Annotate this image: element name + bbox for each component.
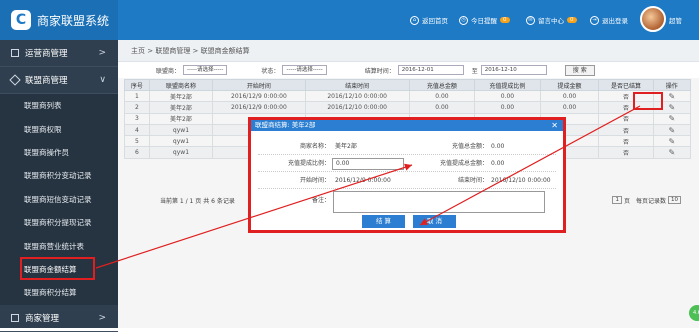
settle-button[interactable]: 结 算 [362,215,405,228]
message-icon: ✉ [526,15,535,25]
app-logo: C 商家联盟系统 [0,0,118,40]
sidebar-item-sms-log[interactable]: 联盟商短信变动记录 [0,187,118,211]
nav-messages[interactable]: ✉ 留言中心 0 [526,0,577,40]
merchant-select[interactable]: -----请选择----- [183,65,228,75]
sidebar-group-operator[interactable]: 运营商管理 > [0,40,118,67]
message-badge: 0 [567,17,577,23]
home-icon: ⌂ [410,15,419,25]
settlement-dialog: 联盟商结算: 美年2部 ✕ 商家名称： 美年2部 充值总金额： 0.00 充值提… [248,117,566,233]
monitor-icon [11,49,19,57]
highlight-box-sidebar [20,257,95,280]
sidebar-item-business-stats[interactable]: 联盟商营业统计表 [0,234,118,258]
remark-textarea[interactable] [333,191,545,213]
chevron-right-icon: > [98,312,106,323]
filter-bar: 联盟商： -----请选择----- 状态： -----请选择----- 结算时间：… [118,62,699,78]
top-bar: C 商家联盟系统 ⌂ 返回首页 ◷ 今日提醒 0 ✉ 留言中心 0 ⇥ 退出登录 超管 [0,0,699,40]
chevron-down-icon: ∨ [99,75,106,85]
dialog-row-3: 开始时间： 2016/12/9 0:00:00 结束时间： 2016/12/10… [258,172,556,189]
ratio-input[interactable]: 0.00 [332,158,404,170]
total-value: 0.00 [491,143,505,150]
merchant-value: 美年2部 [335,143,357,150]
monitor-icon [11,313,19,322]
user-name[interactable]: 超管 [669,0,682,40]
breadcrumb: 主页 > 联盟商管理 > 联盟商金额结算 [118,40,699,62]
logo-icon: C [11,10,31,30]
clock-icon: ◷ [459,15,468,25]
close-icon[interactable]: ✕ [551,120,558,131]
nav-logout[interactable]: ⇥ 退出登录 [590,0,628,40]
nav-reminder[interactable]: ◷ 今日提醒 0 [459,0,510,40]
reminder-badge: 0 [500,17,510,23]
status-select[interactable]: -----请选择----- [282,65,327,75]
dialog-row-remark: 备注： [258,189,556,213]
date-to-input[interactable]: 2016-12-10 [480,65,547,75]
sidebar: 运营商管理 > 联盟商管理 ∨ 联盟商列表 联盟商权限 联盟商操作员 联盟商积分变动… [0,40,118,332]
search-button[interactable]: 搜 索 [564,64,595,76]
dialog-title: 联盟商结算: 美年2部 [251,120,563,131]
commission-value: 0.00 [491,160,505,167]
end-time-value: 2016/12/10 0:00:00 [491,177,551,184]
diamond-icon [9,74,21,86]
dialog-row-1: 商家名称： 美年2部 充值总金额： 0.00 [258,138,556,155]
sidebar-item-withdraw-log[interactable]: 联盟商积分提现记录 [0,210,118,235]
sidebar-item-list[interactable]: 联盟商列表 [0,94,118,118]
logout-icon: ⇥ [590,15,599,25]
start-time-value: 2016/12/9 0:00:00 [335,177,391,184]
avatar[interactable] [640,6,666,32]
highlight-box-edit [633,92,663,110]
sidebar-item-operators[interactable]: 联盟商操作员 [0,140,118,165]
date-from-input[interactable]: 2016-12-01 [397,65,464,75]
dialog-row-2: 充值提成比例： 0.00 充值提成总金额： 0.00 [258,155,556,172]
nav-home[interactable]: ⌂ 返回首页 [410,0,448,40]
sidebar-item-points-settlement[interactable]: 联盟商积分结算 [0,281,118,305]
sidebar-group-merchant[interactable]: 商家管理 > [0,305,118,332]
sidebar-group-alliance[interactable]: 联盟商管理 ∨ [0,67,118,94]
chevron-right-icon: > [98,48,106,58]
cancel-button[interactable]: 取 消 [413,215,456,228]
floating-action-button[interactable]: 4.6 [689,305,699,321]
sidebar-item-permissions[interactable]: 联盟商权限 [0,117,118,141]
app-title: 商家联盟系统 [37,13,110,28]
sidebar-item-points-log[interactable]: 联盟商积分变动记录 [0,164,118,188]
